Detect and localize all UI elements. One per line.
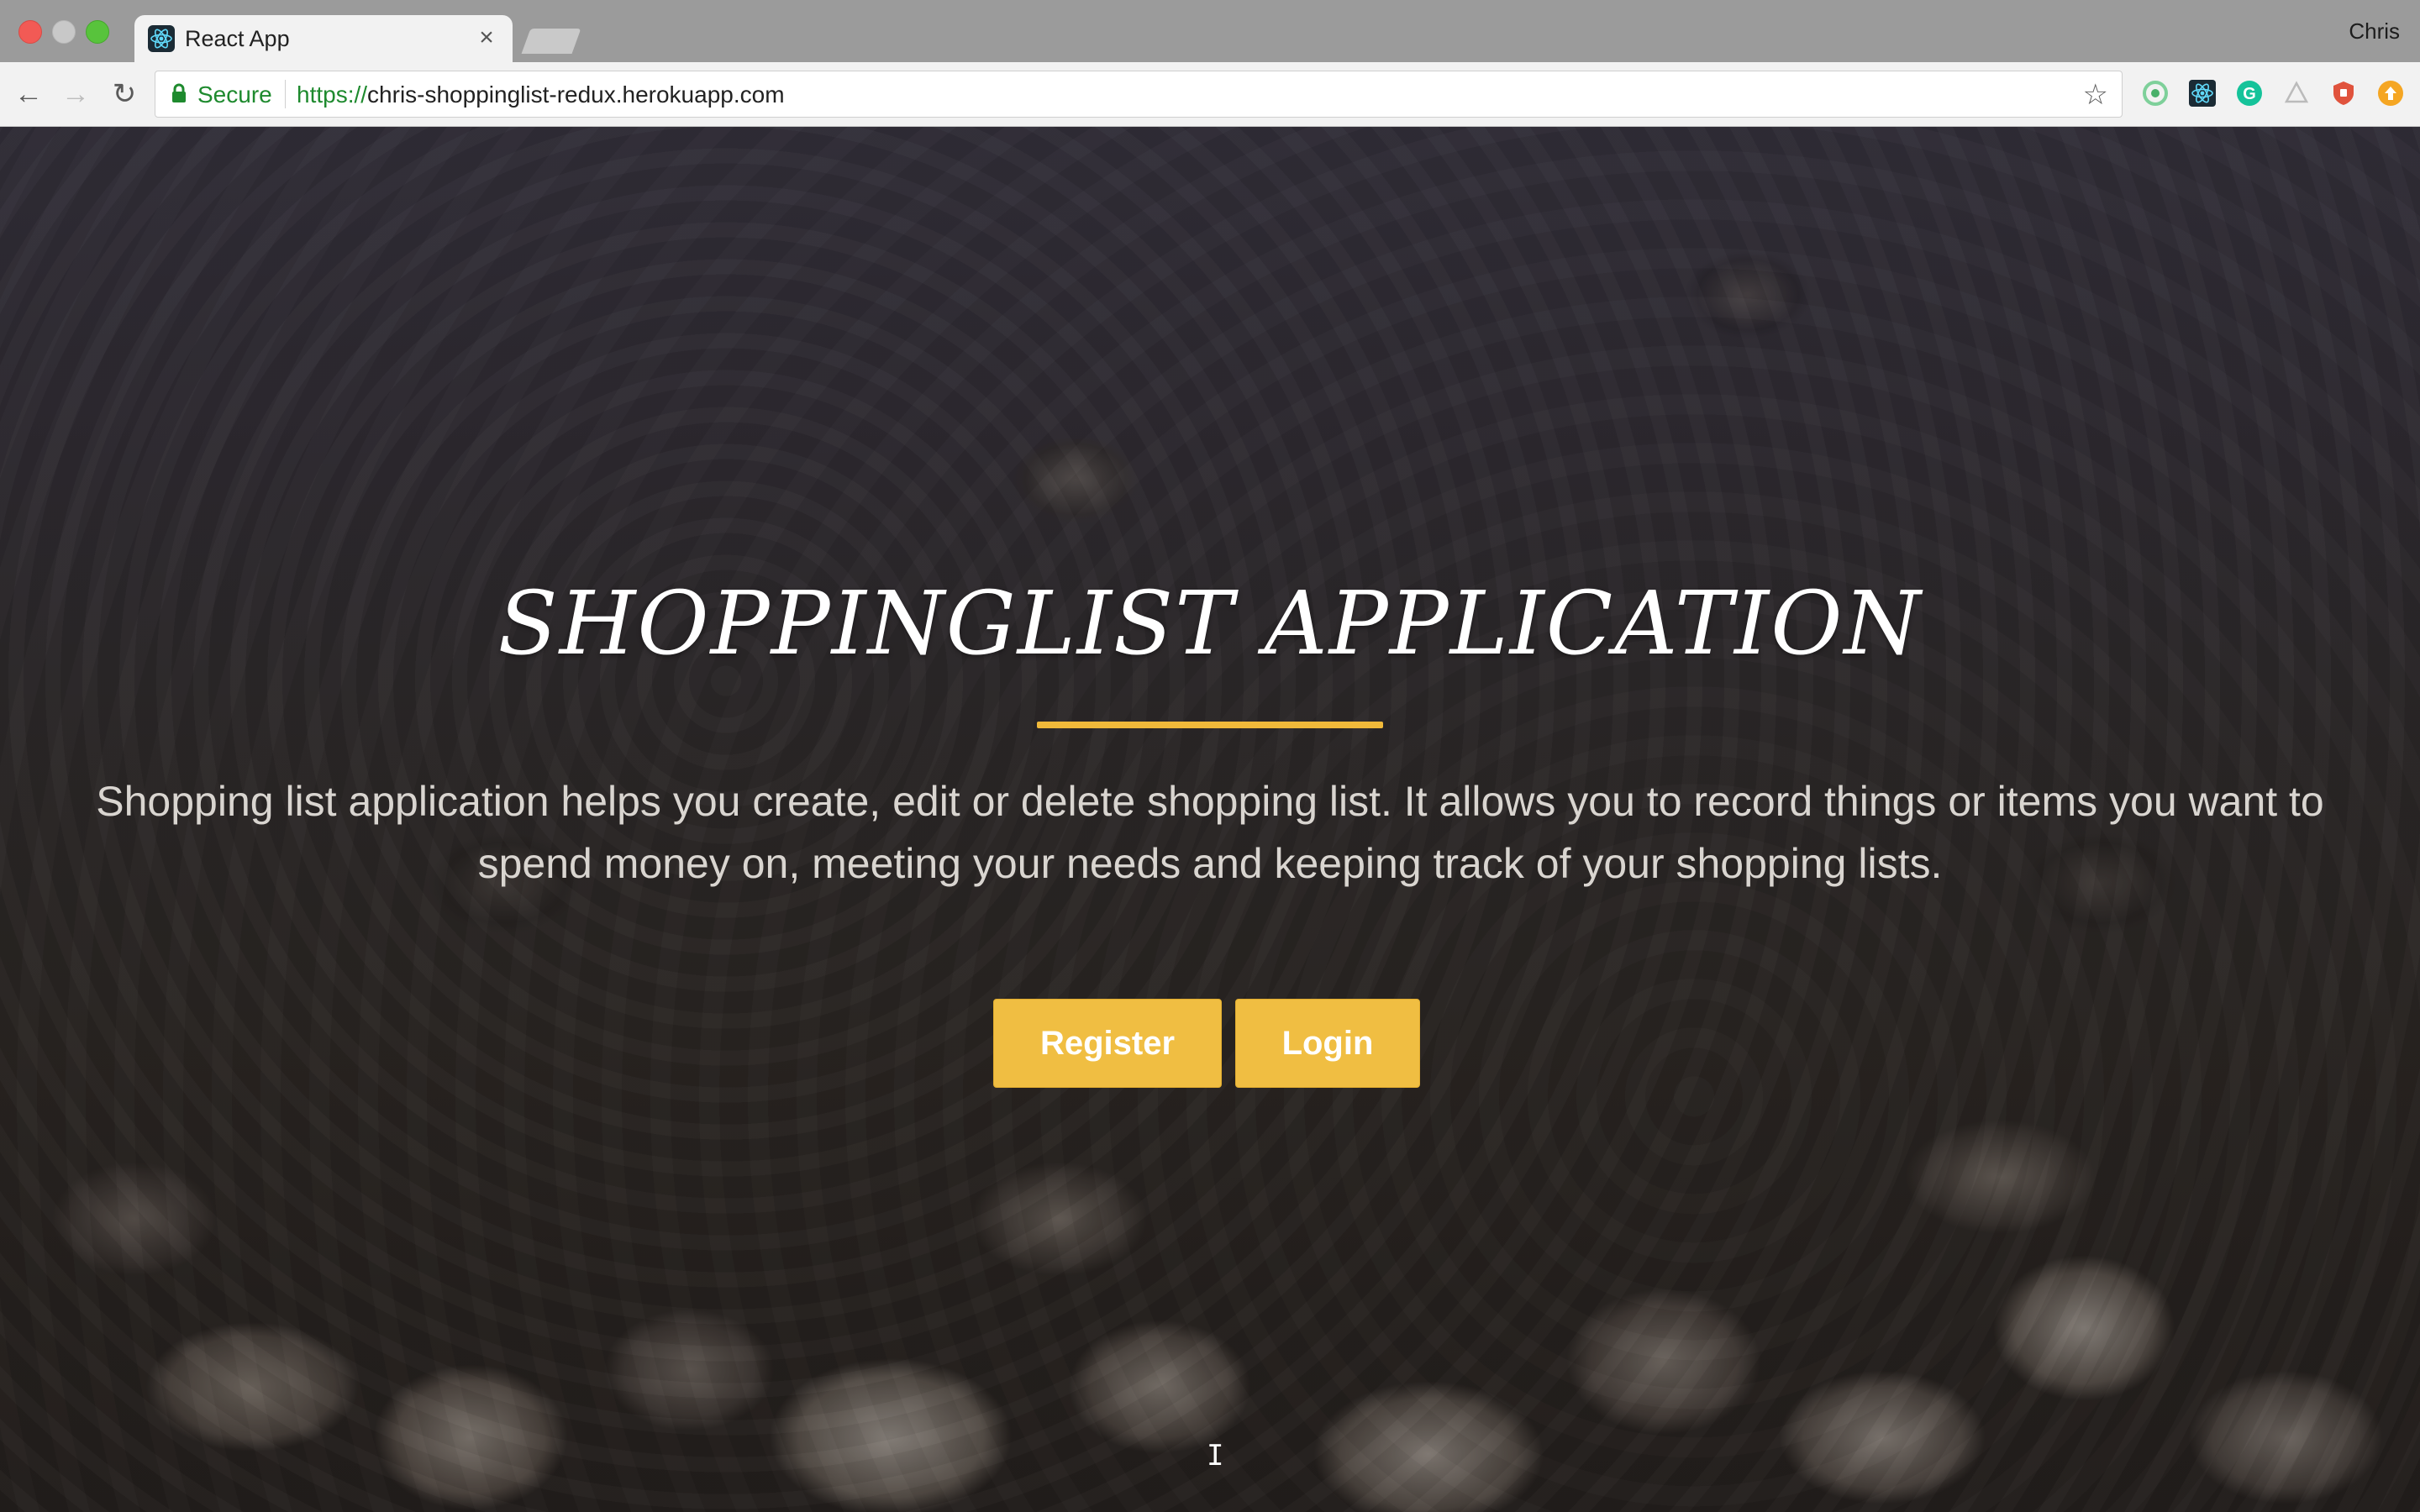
browser-toolbar: ← → ↻ Secure https://chris-shoppinglist-… xyxy=(0,62,2420,127)
tab-react-app[interactable]: React App × xyxy=(134,15,513,62)
grammarly-icon[interactable]: G xyxy=(2235,79,2264,108)
page-title: SHOPPINGLIST APPLICATION xyxy=(497,572,1923,675)
login-button[interactable]: Login xyxy=(1235,999,1420,1088)
update-ext-icon[interactable] xyxy=(2376,79,2405,108)
bookmark-star-icon[interactable]: ☆ xyxy=(2083,78,2108,112)
tab-strip: React App × Chris xyxy=(0,0,2420,62)
reload-icon[interactable]: ↻ xyxy=(108,77,141,111)
secure-label: Secure xyxy=(197,81,272,108)
hero-section: SHOPPINGLIST APPLICATION Shopping list a… xyxy=(0,127,2420,1512)
svg-text:G: G xyxy=(2243,85,2256,103)
tab-title: React App xyxy=(185,26,290,51)
refresh-ext-icon[interactable] xyxy=(2141,79,2170,108)
zoom-window-button[interactable] xyxy=(86,20,109,44)
new-tab-button[interactable] xyxy=(521,29,581,54)
minimize-window-button[interactable] xyxy=(52,20,76,44)
app-description: Shopping list application helps you crea… xyxy=(96,778,2324,887)
react-devtools-icon[interactable] xyxy=(2188,79,2217,108)
url-text[interactable]: https://chris-shoppinglist-redux.herokua… xyxy=(297,81,785,108)
react-favicon-icon xyxy=(148,25,175,52)
tab-close-icon[interactable]: × xyxy=(472,24,501,52)
browser-window: React App × Chris ← → ↻ Secure https://c… xyxy=(0,0,2420,1512)
register-button[interactable]: Register xyxy=(993,999,1222,1088)
forward-arrow-icon[interactable]: → xyxy=(59,77,92,111)
text-cursor-icon: I xyxy=(1207,1439,1224,1473)
lock-icon xyxy=(171,83,187,103)
shield-ext-icon[interactable] xyxy=(2329,79,2358,108)
address-bar[interactable]: Secure https://chris-shoppinglist-redux.… xyxy=(155,71,2123,118)
profile-name[interactable]: Chris xyxy=(2349,18,2400,45)
ext-icon[interactable] xyxy=(2282,79,2311,108)
url-host: chris-shoppinglist-redux.herokuapp.com xyxy=(367,81,785,108)
close-window-button[interactable] xyxy=(18,20,42,44)
title-underline xyxy=(1037,722,1383,728)
address-bar-divider xyxy=(285,80,286,108)
back-arrow-icon[interactable]: ← xyxy=(12,77,45,111)
page-background: SHOPPINGLIST APPLICATION Shopping list a… xyxy=(0,127,2420,1512)
url-scheme: https:// xyxy=(297,81,368,108)
